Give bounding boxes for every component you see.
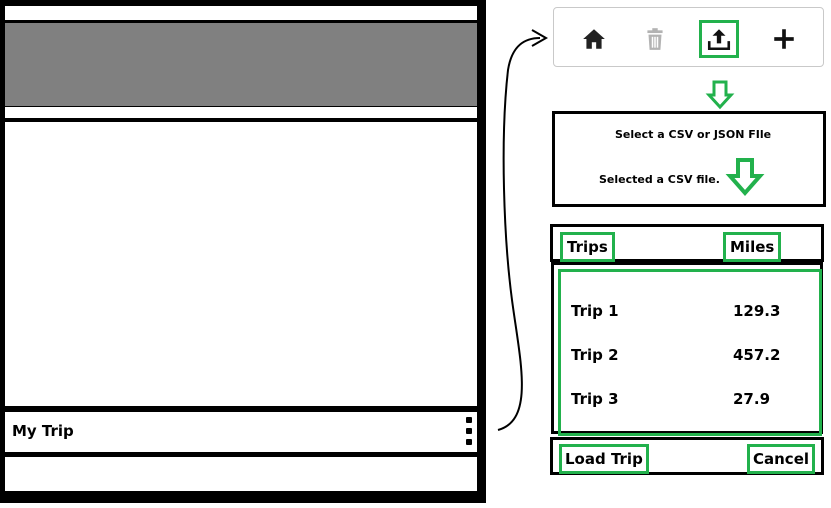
upload-icon[interactable] [706, 26, 732, 52]
trip-list: Trip 1 129.3 Trip 2 457.2 Trip 3 27.9 [558, 269, 822, 436]
cancel-button[interactable]: Cancel [747, 444, 816, 474]
banner-divider [5, 107, 477, 118]
trip-bar[interactable]: My Trip [5, 412, 477, 452]
file-status: Selected a CSV file. [599, 173, 720, 186]
action-bar: Load Trip Cancel [550, 437, 824, 475]
trash-icon[interactable] [642, 26, 668, 52]
curved-arrow-head [531, 29, 549, 47]
phone-mockup: My Trip [0, 0, 486, 503]
trip-list-frame: Trip 1 129.3 Trip 2 457.2 Trip 3 27.9 [551, 262, 823, 436]
header-banner [5, 23, 477, 106]
kebab-menu-icon[interactable] [464, 417, 474, 447]
map-area[interactable] [5, 122, 477, 406]
trip-miles: 457.2 [733, 346, 781, 364]
trip-name: Trip 1 [571, 302, 619, 320]
trip-table-header: Trips Miles [550, 224, 824, 262]
curved-flow-arrow [497, 37, 541, 431]
file-prompt: Select a CSV or JSON FIle [615, 128, 772, 141]
load-trip-button[interactable]: Load Trip [559, 444, 649, 474]
trip-name: Trip 3 [571, 390, 619, 408]
trip-miles: 27.9 [733, 390, 771, 408]
file-select-dialog[interactable]: Select a CSV or JSON FIle Selected a CSV… [552, 111, 826, 207]
down-arrow-1 [705, 80, 735, 110]
bottom-bar [5, 457, 477, 491]
trip-miles: 129.3 [733, 302, 781, 320]
status-bar [5, 6, 477, 20]
toolbar [553, 7, 824, 67]
plus-icon[interactable] [771, 26, 797, 52]
trip-title: My Trip [12, 422, 74, 440]
trips-column-header: Trips [560, 232, 615, 262]
home-icon[interactable] [581, 26, 607, 52]
miles-column-header: Miles [723, 232, 782, 262]
trip-name: Trip 2 [571, 346, 619, 364]
